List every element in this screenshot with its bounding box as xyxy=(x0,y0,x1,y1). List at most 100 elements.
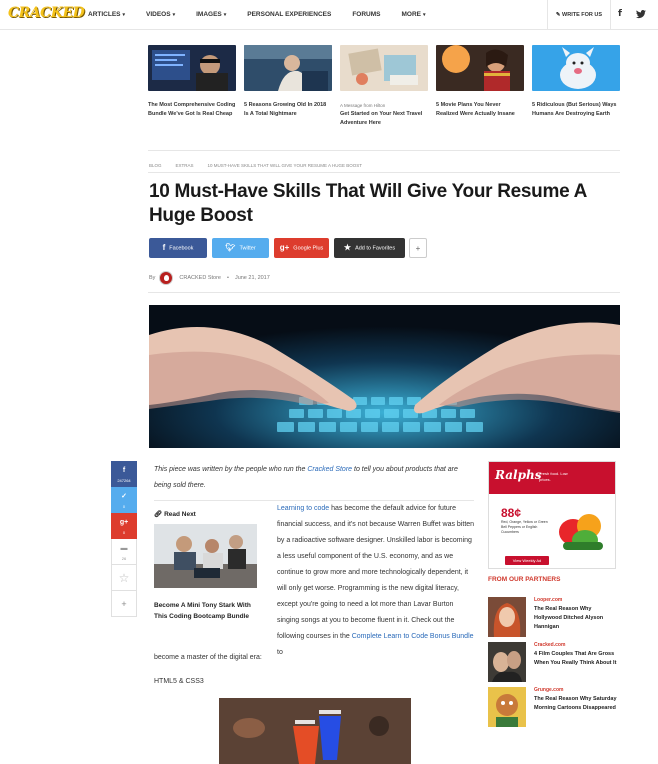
card-title: 5 Reasons Growing Old In 2018 Is A Total… xyxy=(244,102,327,117)
facebook-icon[interactable]: f xyxy=(618,10,626,19)
breadcrumb-extras[interactable]: EXTRAS xyxy=(176,163,194,168)
bundle-link[interactable]: Complete Learn to Code Bonus Bundle xyxy=(352,633,474,640)
trending-cards: The Most Comprehensive Coding Bundle We'… xyxy=(148,45,620,128)
comment-icon: ▬ xyxy=(120,545,128,552)
old-age-thumbnail xyxy=(244,45,332,91)
star-outline-icon: ☆ xyxy=(118,571,130,585)
rail-twitter-button[interactable]: ✓ 0 xyxy=(111,487,137,513)
ralphs-ad[interactable]: Ralphs Fresh food. Low prices. 88¢ Red, … xyxy=(488,461,616,569)
card-title: Get Started on Your Next Travel Adventur… xyxy=(340,111,423,126)
nav-label: VIDEOS xyxy=(146,11,171,18)
share-twitter-button[interactable]: 🐦︎ Twitter xyxy=(212,238,269,258)
partner-title: The Real Reason Why Saturday Morning Car… xyxy=(534,696,617,711)
ad-price: 88¢ xyxy=(501,506,522,520)
trending-card[interactable]: The Most Comprehensive Coding Bundle We'… xyxy=(148,45,236,119)
view-weekly-ad-button[interactable]: View Weekly Ad xyxy=(505,556,549,565)
body-tail: become a master of the digital era: xyxy=(154,654,262,661)
peppers-image xyxy=(559,514,603,550)
google-plus-icon: g+ xyxy=(119,519,129,526)
learning-to-code-link[interactable]: Learning to code xyxy=(277,505,329,512)
partner-title: 4 Film Couples That Are Gross When You R… xyxy=(534,651,617,666)
breadcrumb-blog[interactable]: BLOG xyxy=(149,163,162,168)
byline: By CRACKED Store • June 21, 2017 xyxy=(149,271,270,285)
chevron-down-icon: ▾ xyxy=(422,12,426,18)
twitter-icon[interactable] xyxy=(636,10,646,19)
section-label: HTML5 & CSS3 xyxy=(154,678,204,685)
card-title: The Most Comprehensive Coding Bundle We'… xyxy=(148,102,236,117)
partner-source: Grunge.com xyxy=(534,687,564,693)
card-title: 5 Movie Plans You Never Realized Were Ac… xyxy=(436,102,515,117)
nav-label: IMAGES xyxy=(196,11,222,18)
trending-card[interactable]: A Message from Hilton Get Started on Your… xyxy=(340,45,428,128)
share-google-label: Google Plus xyxy=(293,245,324,252)
comment-count: 26 xyxy=(121,556,127,561)
facebook-icon: f xyxy=(162,243,166,252)
rail-favorite-button[interactable]: ☆ xyxy=(111,565,137,591)
divider xyxy=(148,292,620,293)
cracked-store-link[interactable]: Cracked Store xyxy=(307,466,352,473)
top-nav-bar: CRACKED ARTICLES ▾ VIDEOS ▾ IMAGES ▾ PERSONAL … xyxy=(0,0,658,30)
author-avatar[interactable] xyxy=(159,271,174,285)
partner-link[interactable]: Cracked.com 4 Film Couples That Are Gros… xyxy=(488,642,618,682)
main-nav: ARTICLES ▾ VIDEOS ▾ IMAGES ▾ PERSONAL EXPERIEN… xyxy=(88,11,447,18)
rail-comments-button[interactable]: ▬ 26 xyxy=(111,539,137,565)
share-google-plus-button[interactable]: g+ Google Plus xyxy=(274,238,329,258)
more-share-button[interactable]: + xyxy=(409,238,427,258)
twitter-icon: ✓ xyxy=(121,493,127,500)
facebook-count: 247264 xyxy=(117,478,131,483)
chevron-down-icon: ▾ xyxy=(223,12,227,18)
partner-thumbnail xyxy=(488,597,526,637)
rail-google-plus-button[interactable]: g+ 0 xyxy=(111,513,137,539)
rail-facebook-button[interactable]: f 247264 xyxy=(111,461,137,487)
nav-item-forums[interactable]: FORUMS xyxy=(352,11,380,18)
link-icon: 🔗︎ xyxy=(154,511,165,518)
read-next-heading: 🔗︎ Read Next xyxy=(154,510,258,518)
nav-item-videos[interactable]: VIDEOS ▾ xyxy=(146,11,175,18)
partner-source: Cracked.com xyxy=(534,642,566,648)
partner-thumbnail xyxy=(488,687,526,727)
hero-keyboard-image xyxy=(149,305,620,448)
share-facebook-label: Facebook xyxy=(169,245,194,252)
trending-card[interactable]: 5 Movie Plans You Never Realized Were Ac… xyxy=(436,45,524,119)
article-body: Learning to code has become the default … xyxy=(277,501,477,661)
card-title: 5 Ridiculous (But Serious) Ways Humans A… xyxy=(532,102,617,117)
write-for-us-button[interactable]: ✎ WRITE FOR US xyxy=(547,0,611,30)
partner-thumbnail xyxy=(488,642,526,682)
publish-date: June 21, 2017 xyxy=(234,275,270,281)
ad-description: Red, Orange, Yellow or Green Bell Pepper… xyxy=(501,520,548,534)
author-name[interactable]: CRACKED Store xyxy=(179,275,221,281)
read-next-box[interactable]: 🔗︎ Read Next Become A Mini Tony Stark Wi… xyxy=(154,510,258,622)
cracked-logo[interactable]: CRACKED xyxy=(8,5,85,21)
body-text: has become the default advice for future… xyxy=(277,505,475,640)
intro-text: This piece was written by the people who… xyxy=(154,466,308,473)
trending-card[interactable]: 5 Ridiculous (But Serious) Ways Humans A… xyxy=(532,45,620,119)
write-for-us-label: WRITE FOR US xyxy=(562,12,603,18)
nav-item-personal-experiences[interactable]: PERSONAL EXPERIENCES xyxy=(247,11,331,18)
twitter-icon: 🐦︎ xyxy=(225,243,236,252)
plus-icon: + xyxy=(121,599,127,609)
google-plus-count: 0 xyxy=(122,530,126,535)
nav-item-articles[interactable]: ARTICLES ▾ xyxy=(88,11,125,18)
share-facebook-button[interactable]: f Facebook xyxy=(149,238,207,258)
ad-tagline: Fresh food. Low prices. xyxy=(539,471,568,482)
partner-source: Looper.com xyxy=(534,597,563,603)
nav-label: ARTICLES xyxy=(88,11,121,18)
by-label: By xyxy=(149,275,156,281)
chevron-down-icon: ▾ xyxy=(122,12,126,18)
social-rail: f 247264 ✓ 0 g+ 0 ▬ 26 ☆ + xyxy=(111,461,137,617)
partner-link[interactable]: Grunge.com The Real Reason Why Saturday … xyxy=(488,687,618,727)
ad-brand-logo: Ralphs xyxy=(495,468,542,482)
rail-more-button[interactable]: + xyxy=(111,591,137,617)
add-to-favorites-button[interactable]: ★ Add to Favorites xyxy=(334,238,405,258)
facebook-icon: f xyxy=(122,467,126,474)
star-icon: ★ xyxy=(343,243,352,252)
partner-title: The Real Reason Why Hollywood Ditched Al… xyxy=(534,606,604,630)
nav-item-images[interactable]: IMAGES ▾ xyxy=(196,11,226,18)
travel-thumbnail xyxy=(340,45,428,91)
dog-thumbnail xyxy=(532,45,620,91)
trending-card[interactable]: 5 Reasons Growing Old In 2018 Is A Total… xyxy=(244,45,332,119)
partners-heading: FROM OUR PARTNERS xyxy=(488,576,561,583)
partner-link[interactable]: Looper.com The Real Reason Why Hollywood… xyxy=(488,597,618,637)
nav-item-more[interactable]: MORE ▾ xyxy=(401,11,425,18)
html5-css3-image xyxy=(219,698,411,764)
